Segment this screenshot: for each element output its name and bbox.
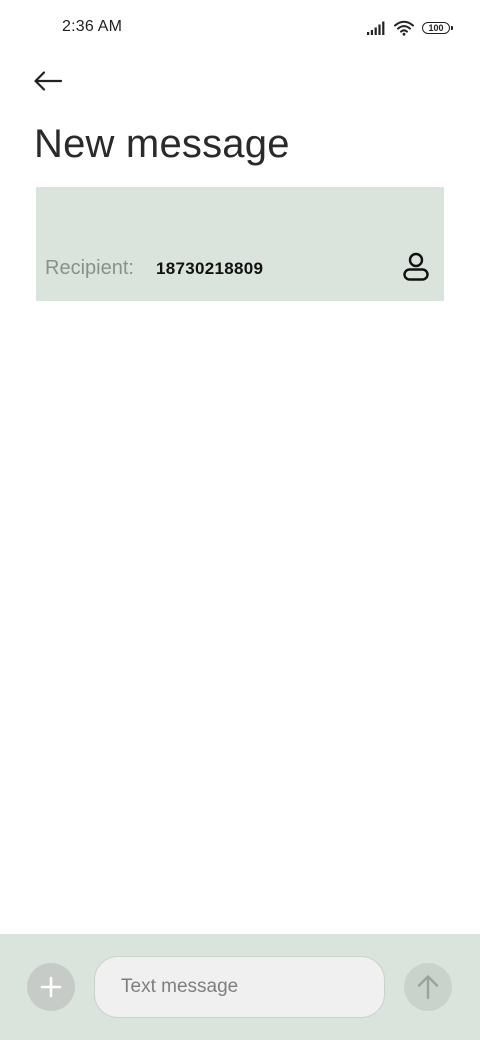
status-bar: 2:36 AM 100 — [0, 0, 480, 56]
send-button[interactable] — [404, 963, 452, 1011]
message-input[interactable] — [94, 956, 385, 1018]
wifi-icon — [394, 20, 414, 36]
recipient-label: Recipient: — [45, 257, 134, 279]
attach-button[interactable] — [27, 963, 75, 1011]
battery-icon: 100 — [422, 22, 453, 34]
status-time: 2:36 AM — [62, 18, 123, 35]
person-icon — [403, 252, 429, 281]
contact-picker-button[interactable] — [400, 247, 432, 287]
back-arrow-icon — [34, 71, 63, 91]
new-message-screen: 2:36 AM 100 New message Recipient: 18730… — [0, 0, 480, 1040]
status-icons: 100 — [366, 18, 453, 38]
battery-level: 100 — [428, 22, 444, 33]
page-title: New message — [34, 122, 290, 166]
arrow-up-icon — [417, 975, 439, 1000]
plus-icon — [40, 976, 62, 998]
signal-icon — [367, 21, 385, 35]
recipient-panel[interactable]: Recipient: 18730218809 — [36, 187, 444, 301]
recipient-number[interactable]: 18730218809 — [156, 257, 263, 279]
back-button[interactable] — [26, 62, 70, 100]
message-composer — [0, 934, 480, 1040]
